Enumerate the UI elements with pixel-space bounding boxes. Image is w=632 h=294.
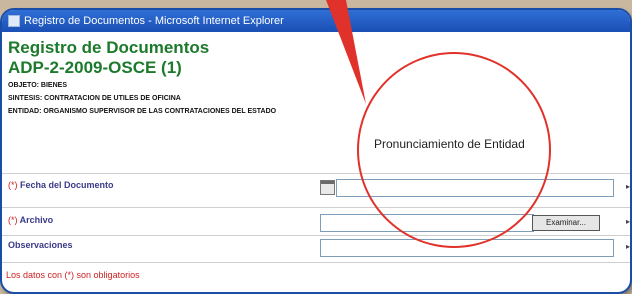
archivo-label: (*) Archivo bbox=[8, 215, 53, 225]
calendar-icon[interactable] bbox=[320, 180, 335, 195]
entidad-line: ENTIDAD: ORGANISMO SUPERVISOR DE LAS CON… bbox=[8, 108, 277, 115]
archivo-input[interactable] bbox=[320, 214, 534, 232]
process-code: ADP-2-2009-OSCE (1) bbox=[8, 58, 182, 77]
edge-mark: ▸ bbox=[626, 217, 631, 226]
internet-explorer-icon bbox=[8, 15, 20, 28]
divider bbox=[2, 173, 630, 174]
required-marker: (*) bbox=[8, 215, 18, 225]
divider bbox=[2, 235, 630, 236]
browser-window: Registro de Documentos - Microsoft Inter… bbox=[0, 8, 632, 294]
page-title: Registro de Documentos bbox=[8, 38, 210, 57]
required-marker: (*) bbox=[8, 180, 18, 190]
objeto-line: OBJETO: BIENES bbox=[8, 82, 67, 89]
divider bbox=[2, 262, 630, 263]
section-title: Pronunciamiento de Entidad bbox=[374, 137, 525, 151]
window-titlebar: Registro de Documentos - Microsoft Inter… bbox=[2, 10, 630, 32]
fecha-label-text: Fecha del Documento bbox=[20, 180, 114, 190]
archivo-label-text: Archivo bbox=[19, 215, 54, 225]
divider bbox=[2, 207, 630, 208]
fecha-label: (*) Fecha del Documento bbox=[8, 180, 114, 190]
fecha-input[interactable] bbox=[336, 179, 614, 197]
browse-button[interactable]: Examinar... bbox=[532, 215, 600, 231]
observaciones-input[interactable] bbox=[320, 239, 614, 257]
edge-mark: ▸ bbox=[626, 242, 631, 251]
edge-mark: ▸ bbox=[626, 182, 631, 191]
window-title: Registro de Documentos - Microsoft Inter… bbox=[24, 15, 284, 27]
page-content: Registro de Documentos ADP-2-2009-OSCE (… bbox=[2, 32, 630, 292]
required-fields-note: Los datos con (*) son obligatorios bbox=[6, 270, 140, 280]
sintesis-line: SINTESIS: CONTRATACION DE UTILES DE OFIC… bbox=[8, 95, 181, 102]
observaciones-label: Observaciones bbox=[8, 240, 73, 250]
